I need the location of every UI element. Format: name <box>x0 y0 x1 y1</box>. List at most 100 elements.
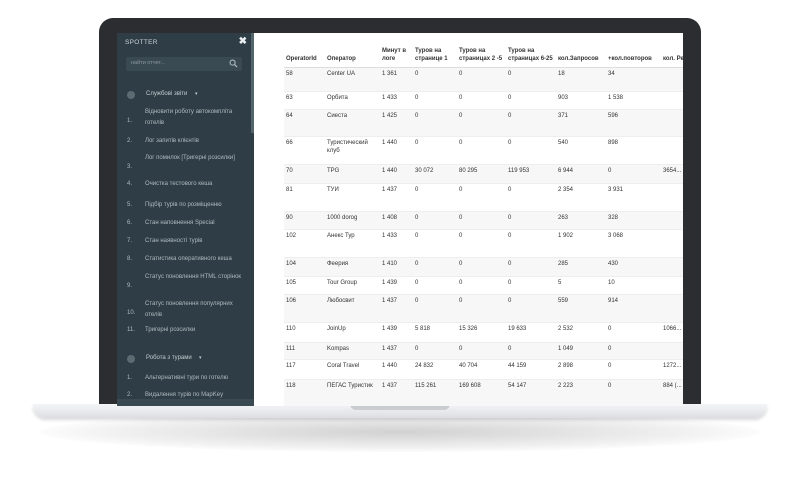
table-cell: 0 <box>506 229 556 258</box>
table-row[interactable]: 118 ПЕГАС Туристик 1 437 115 261 169 608 54 1… <box>284 379 683 406</box>
table-cell <box>661 294 683 323</box>
table-cell: 117 <box>284 359 325 380</box>
table-cell: JoinUp <box>325 322 380 343</box>
column-header[interactable]: Туров на страницах 2 -5 <box>457 33 506 68</box>
table-cell: 169 608 <box>457 379 506 406</box>
table-cell <box>661 91 683 110</box>
table-cell: 0 <box>413 91 457 110</box>
table-cell: 19 633 <box>506 322 556 343</box>
table-cell: 24 832 <box>413 359 457 380</box>
table-row[interactable]: 110 JoinUp 1 439 5 818 15 326 19 633 2 532 0 106… <box>284 322 683 343</box>
section-service-reports[interactable]: Службові звіти ▾ <box>117 87 254 103</box>
table-cell: 118 <box>284 379 325 406</box>
sidebar-item-label: Тригерні розсилки <box>145 327 196 333</box>
column-header[interactable]: Минут в логе <box>380 33 413 68</box>
table-cell: 1 425 <box>380 109 413 137</box>
table-row[interactable]: 90 1000 dorog 1 408 0 0 0 263 328 <box>284 211 683 230</box>
table-cell: 1 408 <box>380 211 413 230</box>
close-icon[interactable]: ✖ <box>239 36 247 47</box>
table-cell: 64 <box>284 109 325 137</box>
sidebar-item-number: 7. <box>127 238 133 244</box>
table-cell <box>661 257 683 277</box>
table-cell: 1 902 <box>556 229 606 258</box>
table-row[interactable]: 70 TPG 1 440 30 072 80 295 119 953 6 944 0 3654.… <box>284 164 683 184</box>
sidebar-item-number: 11. <box>127 327 135 333</box>
table-cell: 1 439 <box>380 322 413 343</box>
table-cell: 0 <box>413 67 457 92</box>
sidebar-item-number: 8. <box>127 256 133 262</box>
table-cell: 1 437 <box>380 294 413 323</box>
table-cell: 0 <box>457 91 506 110</box>
table-header-row: OperatorId Оператор Минут в логе Туров на с… <box>284 33 683 68</box>
column-header[interactable]: OperatorId <box>284 33 325 68</box>
table-cell: 106 <box>284 294 325 323</box>
table-cell: 102 <box>284 229 325 258</box>
table-cell: Любосвит <box>325 294 380 323</box>
table-cell: 6 944 <box>556 164 606 184</box>
report-content: OperatorId Оператор Минут в логе Туров на с… <box>254 33 683 406</box>
table-row[interactable]: 102 Анекс Тур 1 433 0 0 0 1 902 3 068 <box>284 229 683 258</box>
table-cell: 34 <box>606 67 661 92</box>
table-cell: 914 <box>606 294 661 323</box>
table-cell: 0 <box>457 342 506 360</box>
table-cell <box>661 211 683 230</box>
sidebar-item-number: 2. <box>127 392 133 398</box>
table-row[interactable]: 64 Сиеста 1 425 0 0 0 371 596 <box>284 109 683 137</box>
table-cell: 1 437 <box>380 183 413 212</box>
table-row[interactable]: 58 Center UA 1 361 0 0 0 18 34 <box>284 67 683 92</box>
table-row[interactable]: 111 Kompas 1 437 0 0 0 1 049 0 <box>284 342 683 360</box>
table-cell: 1 049 <box>556 342 606 360</box>
table-cell: 0 <box>457 276 506 295</box>
table-cell: 0 <box>413 136 457 165</box>
table-cell: 1 433 <box>380 229 413 258</box>
table-cell: 0 <box>606 379 661 406</box>
table-cell: 15 326 <box>457 322 506 343</box>
column-header[interactable]: Туров на страницах 6-25 <box>506 33 556 68</box>
column-header[interactable]: Туров на странице 1 <box>413 33 457 68</box>
table-cell: 263 <box>556 211 606 230</box>
column-header[interactable]: кол. Резу... <box>661 33 683 68</box>
chevron-down-icon: ▾ <box>199 355 202 361</box>
table-cell: 110 <box>284 322 325 343</box>
table-row[interactable]: 105 Tour Group 1 439 0 0 0 5 10 <box>284 276 683 295</box>
search-box[interactable]: найти отчет... <box>126 57 242 71</box>
table-cell: 18 <box>556 67 606 92</box>
column-header[interactable]: кол.Запросов <box>556 33 606 68</box>
table-cell: Анекс Тур <box>325 229 380 258</box>
sidebar-item-label: Лог помилок [Тригерні розсилки] <box>145 155 235 161</box>
table-cell: 0 <box>413 211 457 230</box>
globe-icon <box>127 355 135 363</box>
table-cell: 1 433 <box>380 91 413 110</box>
section-tours[interactable]: Робота з турами ▾ <box>117 351 254 367</box>
sidebar-item-number: 9. <box>127 283 133 289</box>
table-row[interactable]: 66 Туристический клуб 1 440 0 0 0 540 898 <box>284 136 683 165</box>
table-cell: 0 <box>457 211 506 230</box>
table-row[interactable]: 117 Coral Travel 1 440 24 832 40 704 44 159 2 … <box>284 359 683 380</box>
table-cell: 90 <box>284 211 325 230</box>
table-cell: 66 <box>284 136 325 165</box>
table-cell: 0 <box>506 109 556 137</box>
table-cell: 0 <box>506 276 556 295</box>
table-cell: 0 <box>506 257 556 277</box>
table-cell: 1066... <box>661 322 683 343</box>
column-header[interactable]: +кол.повторов <box>606 33 661 68</box>
column-header[interactable]: Оператор <box>325 33 380 68</box>
table-row[interactable]: 104 Феерия 1 410 0 0 0 285 430 <box>284 257 683 277</box>
table-cell: 0 <box>413 294 457 323</box>
table-row[interactable]: 106 Любосвит 1 437 0 0 0 559 914 <box>284 294 683 323</box>
table-cell: 58 <box>284 67 325 92</box>
table-cell: 54 147 <box>506 379 556 406</box>
table-cell: 0 <box>413 342 457 360</box>
sidebar: SPOTTER ✖ найти отчет... Службові звіти … <box>117 33 254 406</box>
table-cell: 3 931 <box>606 183 661 212</box>
sidebar-item-number: 3. <box>127 164 133 170</box>
table-cell: 0 <box>413 183 457 212</box>
table-row[interactable]: 63 Орбита 1 433 0 0 0 903 1 538 <box>284 91 683 110</box>
sidebar-item-number: 1. <box>127 118 133 124</box>
table-cell: 105 <box>284 276 325 295</box>
search-icon[interactable] <box>229 59 238 68</box>
sidebar-item-label: Статус поновлення популярних отелів <box>145 301 233 318</box>
table-row[interactable]: 81 ТУИ 1 437 0 0 0 2 354 3 931 <box>284 183 683 212</box>
table-cell: 10 <box>606 276 661 295</box>
search-input[interactable]: найти отчет... <box>131 60 165 66</box>
